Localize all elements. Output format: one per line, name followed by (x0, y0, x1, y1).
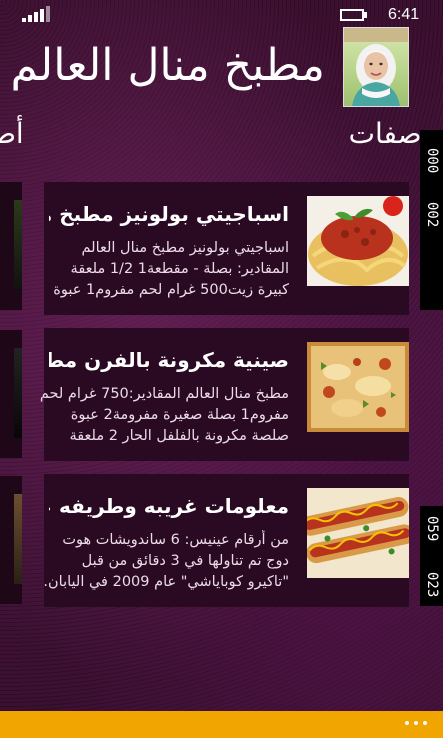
side-label: 059 (424, 516, 440, 542)
side-label: 000 (424, 148, 440, 174)
recipe-image-baked-pasta (307, 342, 409, 432)
clock: 6:41 (388, 6, 420, 23)
list-item[interactable]: معلومات غريبه وطريفه عن من أرقام عينيس: … (43, 474, 409, 607)
recipe-title: صينية مكرونة بالفرن مطبخ (49, 348, 289, 372)
recipe-title: معلومات غريبه وطريفه عن (49, 494, 289, 518)
app-title: مطبخ منال العالم (10, 40, 326, 91)
left-panel-3 (0, 476, 22, 604)
avatar[interactable] (343, 27, 409, 107)
more-options-icon[interactable] (405, 721, 427, 725)
list-item[interactable]: اسباجيتي بولونيز مطبخ منال اسباجيتي بولو… (44, 182, 409, 315)
list-item[interactable]: صينية مكرونة بالفرن مطبخ مطبخ منال العال… (40, 328, 409, 461)
recipe-description: من أرقام عينيس: 6 ساندويشات هوت دوج تم ت… (43, 532, 289, 590)
battery-charging-icon (340, 8, 370, 22)
recipe-image-hot-dogs (307, 488, 409, 578)
left-panel-2 (0, 330, 22, 458)
status-bar: 6:41 (0, 0, 443, 30)
recipe-description: اسباجيتي بولونيز مطبخ منال العالم المقاد… (53, 240, 289, 298)
signal-icon (22, 6, 50, 22)
side-label: 002 (424, 202, 440, 228)
pivot-next[interactable]: أط (0, 120, 24, 148)
app-bar (0, 711, 443, 738)
left-panel-1 (0, 182, 22, 310)
side-label: 023 (424, 572, 440, 598)
recipe-title: اسباجيتي بولونيز مطبخ منال (49, 202, 289, 226)
recipe-description: مطبخ منال العالم المقادير:750 غرام لحم م… (39, 386, 289, 444)
recipe-image-spaghetti (307, 196, 409, 286)
